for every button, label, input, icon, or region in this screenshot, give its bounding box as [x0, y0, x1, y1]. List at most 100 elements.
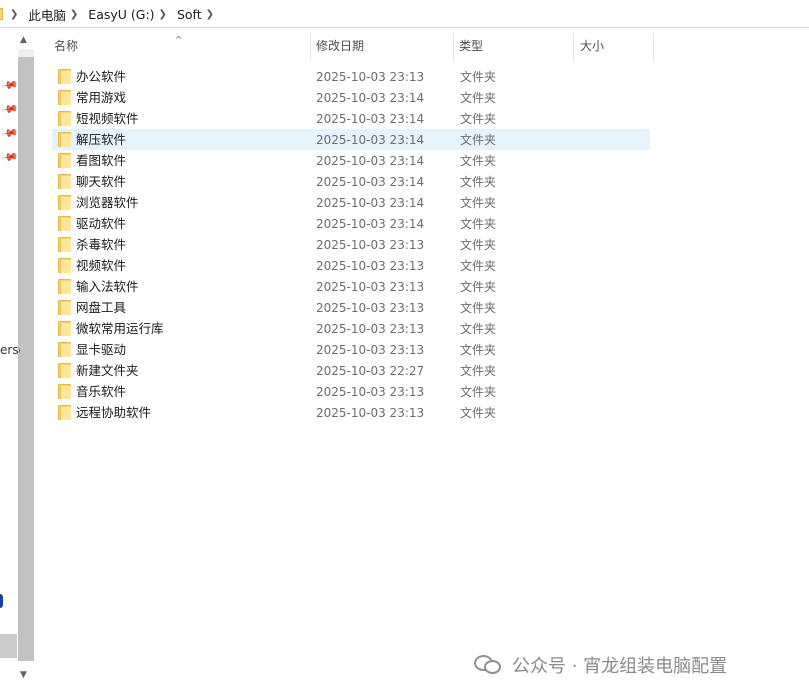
file-row[interactable]: 音乐软件 2025-10-03 23:13 文件夹 — [52, 381, 650, 402]
file-type: 文件夹 — [460, 175, 497, 189]
nav-item-selected[interactable] — [0, 634, 17, 658]
file-type: 文件夹 — [460, 154, 497, 168]
chevron-right-icon[interactable]: ❯ — [10, 9, 18, 20]
file-name[interactable]: 常用游戏 — [76, 87, 126, 108]
file-date: 2025-10-03 23:14 — [316, 91, 425, 105]
file-date: 2025-10-03 23:14 — [316, 196, 425, 210]
column-header-type[interactable]: 类型 — [439, 29, 573, 61]
file-row[interactable]: 杀毒软件 2025-10-03 23:13 文件夹 — [52, 234, 650, 255]
pin-icon[interactable]: 📌 — [1, 100, 20, 119]
file-date: 2025-10-03 23:13 — [316, 280, 425, 294]
file-name[interactable]: 微软常用运行库 — [76, 318, 164, 339]
file-name[interactable]: 音乐软件 — [76, 381, 126, 402]
file-row[interactable]: 远程协助软件 2025-10-03 23:13 文件夹 — [52, 402, 650, 423]
column-header-size-label: 大小 — [580, 39, 605, 53]
chevron-right-icon[interactable]: ❯ — [159, 9, 167, 20]
file-name[interactable]: 短视频软件 — [76, 108, 139, 129]
address-bar[interactable]: ❯ 此电脑 ❯ EasyU (G:) ❯ Soft ❯ — [0, 0, 809, 28]
file-row[interactable]: 显卡驱动 2025-10-03 23:13 文件夹 — [52, 339, 650, 360]
file-name[interactable]: 聊天软件 — [76, 171, 126, 192]
file-explorer-window: ❯ 此电脑 ❯ EasyU (G:) ❯ Soft ❯ ▲ ▼ 📌 📌 📌 📌 … — [0, 0, 809, 697]
file-row[interactable]: 短视频软件 2025-10-03 23:14 文件夹 — [52, 108, 650, 129]
file-row[interactable]: 看图软件 2025-10-03 23:14 文件夹 — [52, 150, 650, 171]
scroll-down-arrow-icon[interactable]: ▼ — [20, 670, 27, 680]
file-name[interactable]: 杀毒软件 — [76, 234, 126, 255]
file-name[interactable]: 浏览器软件 — [76, 192, 139, 213]
watermark: 公众号 · 宵龙组装电脑配置 — [474, 652, 727, 678]
breadcrumb: ❯ 此电脑 ❯ EasyU (G:) ❯ Soft ❯ — [8, 0, 222, 28]
folder-icon — [58, 300, 71, 315]
file-type: 文件夹 — [460, 301, 497, 315]
breadcrumb-drive[interactable]: EasyU (G:) — [86, 5, 156, 24]
file-type: 文件夹 — [460, 217, 497, 231]
file-row[interactable]: 微软常用运行库 2025-10-03 23:13 文件夹 — [52, 318, 650, 339]
file-date: 2025-10-03 23:13 — [316, 406, 425, 420]
file-date: 2025-10-03 23:14 — [316, 154, 425, 168]
pin-icon[interactable]: 📌 — [1, 124, 20, 143]
file-date: 2025-10-03 22:27 — [316, 364, 425, 378]
file-date: 2025-10-03 23:14 — [316, 217, 425, 231]
folder-icon — [58, 132, 71, 147]
file-date: 2025-10-03 23:14 — [316, 175, 425, 189]
column-header-date[interactable]: 修改日期 — [296, 29, 453, 61]
column-headers: 名称 ⌃ 修改日期 类型 大小 — [34, 29, 809, 61]
file-name[interactable]: 视频软件 — [76, 255, 126, 276]
file-row[interactable]: 解压软件 2025-10-03 23:14 文件夹 — [52, 129, 650, 150]
file-type: 文件夹 — [460, 322, 497, 336]
chevron-right-icon[interactable]: ❯ — [206, 9, 214, 20]
folder-icon — [58, 321, 71, 336]
file-row[interactable]: 新建文件夹 2025-10-03 22:27 文件夹 — [52, 360, 650, 381]
file-name[interactable]: 解压软件 — [76, 129, 126, 150]
folder-icon — [58, 258, 71, 273]
column-divider[interactable] — [653, 33, 654, 61]
breadcrumb-this-pc[interactable]: 此电脑 — [26, 3, 68, 26]
folder-icon — [58, 216, 71, 231]
nav-scrollbar-thumb[interactable] — [18, 57, 34, 661]
folder-icon — [58, 384, 71, 399]
file-name[interactable]: 新建文件夹 — [76, 360, 139, 381]
file-type: 文件夹 — [460, 196, 497, 210]
file-type: 文件夹 — [460, 238, 497, 252]
file-name[interactable]: 远程协助软件 — [76, 402, 151, 423]
file-type: 文件夹 — [460, 280, 497, 294]
column-header-type-label: 类型 — [459, 39, 484, 53]
sort-ascending-icon: ⌃ — [174, 34, 184, 47]
file-row[interactable]: 聊天软件 2025-10-03 23:14 文件夹 — [52, 171, 650, 192]
column-header-name[interactable]: 名称 ⌃ — [34, 29, 310, 61]
scroll-up-arrow-icon[interactable]: ▲ — [20, 35, 27, 45]
folder-icon — [58, 237, 71, 252]
pin-icon[interactable]: 📌 — [1, 148, 20, 167]
navigation-pane[interactable]: ▲ ▼ 📌 📌 📌 📌 erso — [0, 29, 34, 697]
file-date: 2025-10-03 23:13 — [316, 259, 425, 273]
file-row[interactable]: 网盘工具 2025-10-03 23:13 文件夹 — [52, 297, 650, 318]
file-type: 文件夹 — [460, 112, 497, 126]
file-row[interactable]: 驱动软件 2025-10-03 23:14 文件夹 — [52, 213, 650, 234]
folder-icon — [58, 405, 71, 420]
file-row[interactable]: 视频软件 2025-10-03 23:13 文件夹 — [52, 255, 650, 276]
file-name[interactable]: 输入法软件 — [76, 276, 139, 297]
wechat-logo-icon — [474, 653, 504, 677]
folder-icon — [58, 69, 71, 84]
nav-item-clipped[interactable]: erso — [0, 343, 20, 357]
file-date: 2025-10-03 23:13 — [316, 385, 425, 399]
file-row[interactable]: 办公软件 2025-10-03 23:13 文件夹 — [52, 66, 650, 87]
file-date: 2025-10-03 23:14 — [316, 133, 425, 147]
file-row[interactable]: 常用游戏 2025-10-03 23:14 文件夹 — [52, 87, 650, 108]
file-type: 文件夹 — [460, 406, 497, 420]
file-name[interactable]: 看图软件 — [76, 150, 126, 171]
column-header-name-label: 名称 — [54, 39, 79, 53]
chevron-right-icon[interactable]: ❯ — [70, 9, 78, 20]
folder-icon — [58, 342, 71, 357]
watermark-text: 公众号 · 宵龙组装电脑配置 — [512, 656, 728, 677]
file-row[interactable]: 浏览器软件 2025-10-03 23:14 文件夹 — [52, 192, 650, 213]
pin-icon[interactable]: 📌 — [1, 76, 20, 95]
file-name[interactable]: 显卡驱动 — [76, 339, 126, 360]
file-name[interactable]: 办公软件 — [76, 66, 126, 87]
folder-icon — [0, 8, 3, 20]
column-header-size[interactable]: 大小 — [560, 29, 654, 61]
file-row[interactable]: 输入法软件 2025-10-03 23:13 文件夹 — [52, 276, 650, 297]
file-name[interactable]: 驱动软件 — [76, 213, 126, 234]
folder-icon — [58, 111, 71, 126]
breadcrumb-soft[interactable]: Soft — [175, 5, 204, 24]
file-name[interactable]: 网盘工具 — [76, 297, 126, 318]
